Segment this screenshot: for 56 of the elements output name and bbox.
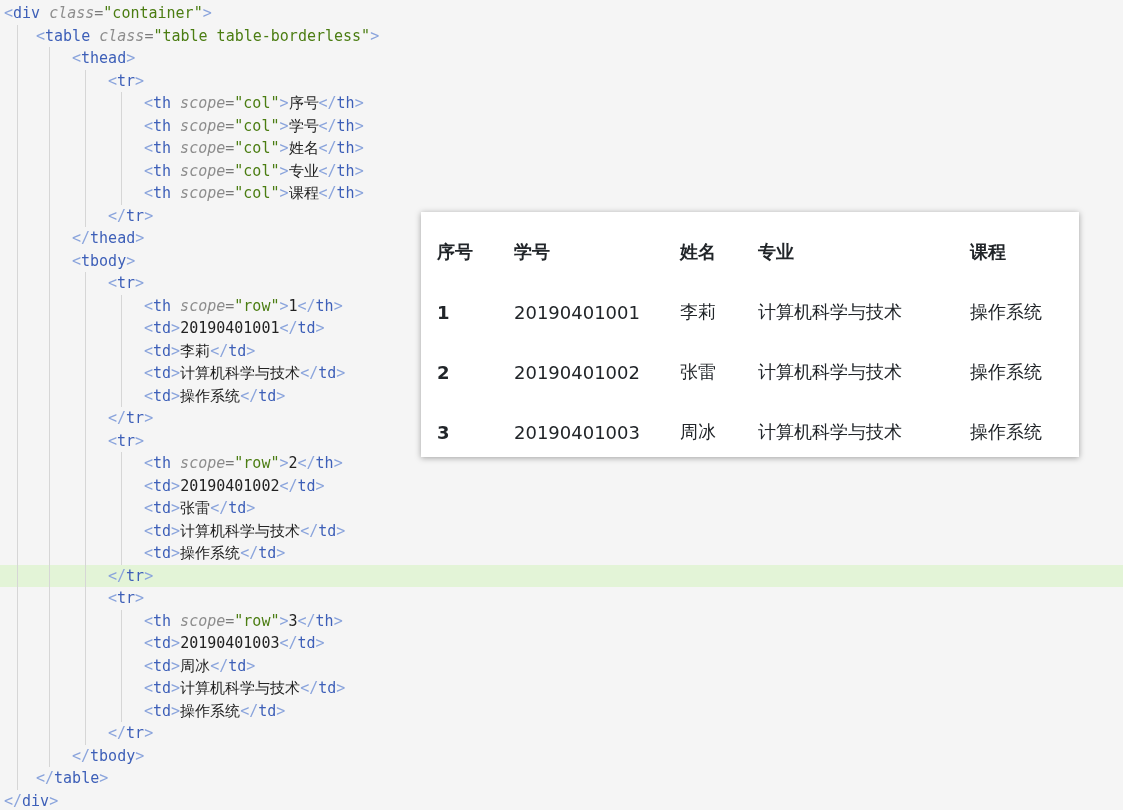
column-header: 学号 bbox=[514, 240, 550, 264]
table-cell: 李莉 bbox=[680, 300, 716, 324]
code-line: <th scope="col">专业</th> bbox=[144, 160, 364, 182]
code-line: </tr> bbox=[108, 565, 154, 587]
table-cell: 20190401002 bbox=[514, 361, 640, 383]
table-cell: 20190401001 bbox=[514, 301, 640, 323]
code-line: <td>计算机科学与技术</td> bbox=[144, 678, 346, 699]
table-cell: 计算机科学与技术 bbox=[758, 420, 902, 444]
code-line: <tr> bbox=[108, 430, 145, 452]
code-line: <th scope="col">学号</th> bbox=[144, 115, 364, 137]
code-line: </tr> bbox=[108, 408, 154, 429]
code-line: <td>周冰</td> bbox=[144, 655, 256, 677]
code-line: <th scope="row">3</th> bbox=[144, 610, 343, 632]
code-line: <td>20190401001</td> bbox=[144, 318, 325, 339]
column-header: 序号 bbox=[437, 240, 473, 264]
code-line: <th scope="row">2</th> bbox=[144, 453, 343, 474]
code-line: </tr> bbox=[108, 723, 154, 744]
code-line: <th scope="col">序号</th> bbox=[144, 93, 364, 114]
code-line: </tbody> bbox=[72, 745, 145, 767]
code-line: <th scope="col">姓名</th> bbox=[144, 138, 364, 159]
code-line: <td>操作系统</td> bbox=[144, 543, 286, 564]
table-cell: 20190401003 bbox=[514, 421, 640, 443]
code-line: <div class="container"> bbox=[3, 3, 212, 24]
code-line: <thead> bbox=[72, 48, 136, 69]
code-line: </tr> bbox=[108, 205, 154, 227]
column-header: 姓名 bbox=[680, 240, 716, 264]
table-cell: 张雷 bbox=[680, 360, 716, 384]
code-line: <td>操作系统</td> bbox=[144, 385, 286, 407]
code-line: <table class="table table-borderless"> bbox=[36, 25, 380, 47]
row-header: 1 bbox=[437, 301, 450, 323]
table-cell: 操作系统 bbox=[970, 360, 1042, 384]
table-cell: 操作系统 bbox=[970, 420, 1042, 444]
code-line: <tr> bbox=[108, 588, 145, 609]
table-cell: 周冰 bbox=[680, 420, 716, 444]
column-header: 专业 bbox=[758, 240, 794, 264]
code-line: </table> bbox=[36, 768, 109, 789]
table-cell: 操作系统 bbox=[970, 300, 1042, 324]
code-line: <tr> bbox=[108, 70, 145, 92]
code-line: <td>李莉</td> bbox=[144, 340, 256, 362]
code-line: <td>20190401003</td> bbox=[144, 633, 325, 654]
code-line: </thead> bbox=[72, 228, 145, 249]
table-cell: 计算机科学与技术 bbox=[758, 360, 902, 384]
row-header: 2 bbox=[437, 361, 450, 383]
code-line: <th scope="col">课程</th> bbox=[144, 183, 364, 204]
code-line: <td>20190401002</td> bbox=[144, 475, 325, 497]
column-header: 课程 bbox=[970, 240, 1006, 264]
code-line: <td>张雷</td> bbox=[144, 498, 256, 519]
code-line: <td>计算机科学与技术</td> bbox=[144, 363, 346, 384]
code-line: </div> bbox=[3, 790, 59, 810]
code-line: <tr> bbox=[108, 273, 145, 294]
table-cell: 计算机科学与技术 bbox=[758, 300, 902, 324]
code-line: <th scope="row">1</th> bbox=[144, 295, 343, 317]
row-header: 3 bbox=[437, 421, 450, 443]
code-line: <td>计算机科学与技术</td> bbox=[144, 520, 346, 542]
code-line: <td>操作系统</td> bbox=[144, 700, 286, 722]
code-line: <tbody> bbox=[72, 250, 136, 272]
